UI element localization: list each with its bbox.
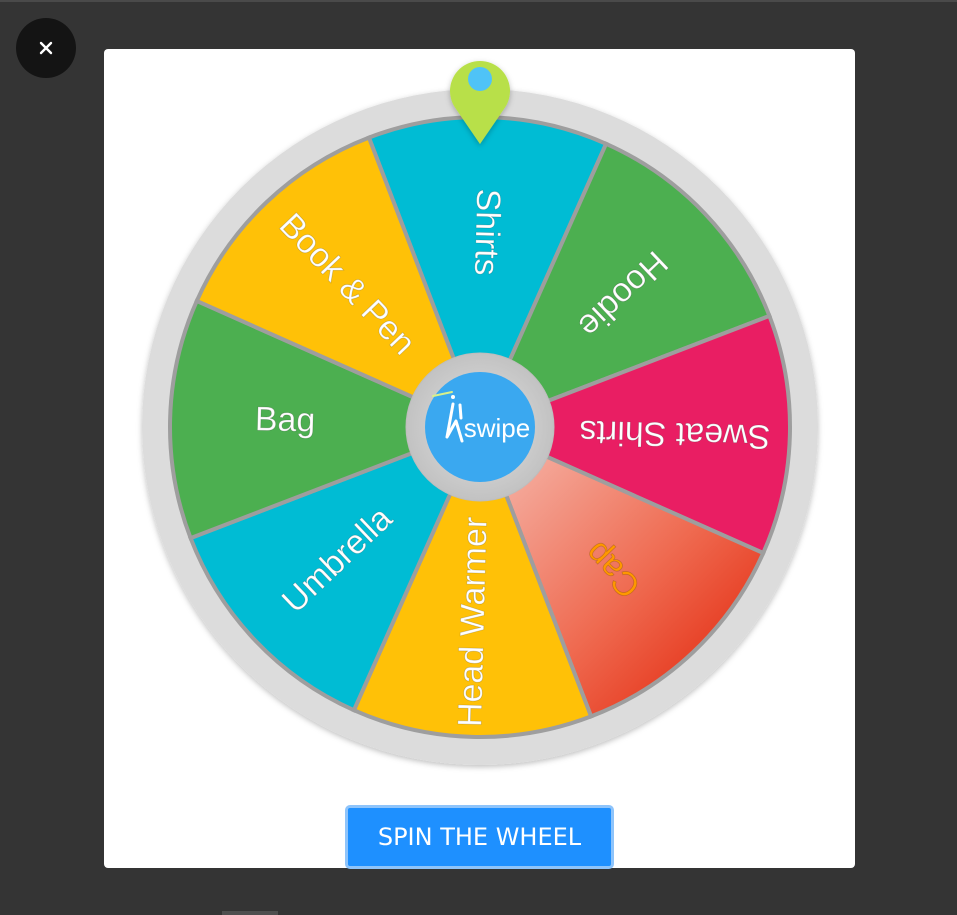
window-top-border [0, 0, 957, 2]
spin-the-wheel-button[interactable]: SPIN THE WHEEL [345, 805, 614, 869]
wheel-label-bag: Bag [254, 400, 315, 440]
wheel-label-head-warmer: Head Warmer [451, 516, 494, 727]
wheel-label-shirts: Shirts [467, 188, 507, 276]
close-icon [39, 41, 53, 55]
bottom-tab-indicator [222, 911, 278, 915]
spin-wheel-modal: Shirts Hoodie Sweat Shirts Cap Head Warmer Um… [104, 49, 855, 869]
wheel-label-sweat-shirts: Sweat Shirts [579, 413, 771, 456]
swipe-logo-text: swipe [464, 413, 530, 443]
prize-wheel[interactable]: ShirtsHoodieSweat ShirtsCapHead WarmerUm… [104, 49, 855, 789]
close-button[interactable] [16, 18, 76, 78]
